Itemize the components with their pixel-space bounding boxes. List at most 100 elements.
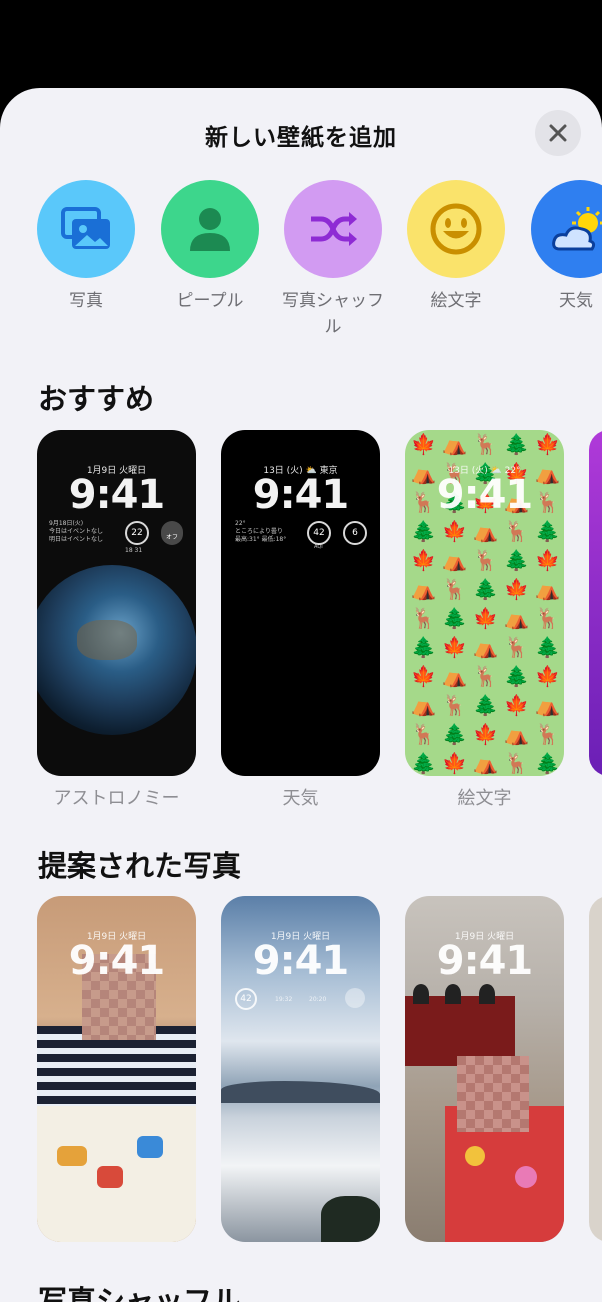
pattern-emoji: 🍁 xyxy=(411,548,436,572)
pattern-emoji: ⛺ xyxy=(535,693,560,717)
ring-widget: 22 xyxy=(125,521,149,545)
lock-time: 9:41 xyxy=(252,472,350,518)
time-label: 20:20 xyxy=(309,996,327,1003)
section-title-recommended: おすすめ xyxy=(38,382,155,416)
pattern-emoji: 🌲 xyxy=(411,751,436,775)
photo-card-partial[interactable] xyxy=(589,896,602,1242)
pattern-emoji: 🍁 xyxy=(535,548,560,572)
pattern-emoji: 🌲 xyxy=(411,519,436,543)
pattern-emoji: 🌲 xyxy=(504,432,529,456)
smiley-icon xyxy=(430,203,482,255)
pattern-emoji: ⛺ xyxy=(473,519,498,543)
wallpaper-card-weather[interactable]: 13日 (火) ⛅ 東京 9:41 22° ところにより曇り 最高:31° 最低… xyxy=(221,430,380,776)
wallpaper-card-partial[interactable] xyxy=(589,430,602,776)
toggle-widget: オフ xyxy=(161,521,183,545)
category-emoji[interactable]: 絵文字 xyxy=(401,180,511,314)
tree-silhouette xyxy=(321,1196,380,1242)
category-label: ピープル xyxy=(176,291,244,311)
pattern-emoji: ⛺ xyxy=(442,432,467,456)
pattern-emoji: 🍁 xyxy=(535,664,560,688)
pattern-emoji: ⛺ xyxy=(473,751,498,775)
pixelated-face xyxy=(457,1056,529,1132)
category-label: 写真 xyxy=(69,291,103,311)
pattern-emoji: 🌲 xyxy=(535,635,560,659)
close-icon xyxy=(549,124,567,142)
aqi-label: AQI xyxy=(314,544,323,550)
weather-temp: 22° xyxy=(235,520,246,527)
category-weather[interactable]: 天気 xyxy=(525,180,602,314)
pattern-emoji: ⛺ xyxy=(411,693,436,717)
lock-time: 9:41 xyxy=(68,938,166,984)
uv-widget: 6 xyxy=(343,521,367,545)
event-line: 今日はイベントなし xyxy=(49,528,104,535)
lock-time: 9:41 xyxy=(436,938,534,984)
pattern-emoji: 🌲 xyxy=(411,635,436,659)
card-label: 天気 xyxy=(282,788,319,809)
lock-time: 9:41 xyxy=(252,938,350,984)
wallpaper-card-astronomy[interactable]: 1月9日 火曜日 9:41 9月18日(火) 今日はイベントなし 明日はイベント… xyxy=(37,430,196,776)
wallpaper-sheet: 新しい壁紙を追加 写真 ピープル 写真シャッフル 絵文字 天気 おすすめ 1月9… xyxy=(0,88,602,1302)
pattern-emoji: 🍁 xyxy=(411,432,436,456)
pattern-emoji: 🦌 xyxy=(411,722,436,746)
person-icon xyxy=(190,208,230,251)
pattern-emoji: 🌲 xyxy=(504,664,529,688)
category-photos[interactable]: 写真 xyxy=(31,180,141,314)
ring-widget: 42 xyxy=(235,988,257,1010)
pattern-emoji: ⛺ xyxy=(535,577,560,601)
pattern-emoji: 🌲 xyxy=(442,722,467,746)
shortcut-widget xyxy=(345,988,365,1008)
category-photo-shuffle[interactable]: 写真シャッフル xyxy=(278,180,388,340)
pattern-emoji: 🍁 xyxy=(535,432,560,456)
pattern-emoji: 🌲 xyxy=(535,519,560,543)
ring-sub: 18 31 xyxy=(125,547,143,554)
pattern-emoji: 🌲 xyxy=(442,606,467,630)
aqi-widget: 42 xyxy=(307,521,331,545)
pattern-emoji: 🦌 xyxy=(411,606,436,630)
pattern-emoji: 🍁 xyxy=(473,606,498,630)
pattern-emoji: 🦌 xyxy=(535,606,560,630)
pattern-emoji: 🍁 xyxy=(473,722,498,746)
card-label: アストロノミー xyxy=(53,788,180,809)
pattern-emoji: 🌲 xyxy=(473,693,498,717)
sheet-title: 新しい壁紙を追加 xyxy=(205,125,397,151)
pattern-emoji: ⛺ xyxy=(442,664,467,688)
photo-card-clouds[interactable]: 1月9日 火曜日 9:41 42 19:32 20:20 xyxy=(221,896,380,1242)
pattern-emoji: 🍁 xyxy=(442,751,467,775)
photo-card-hina[interactable]: 1月9日 火曜日 9:41 xyxy=(405,896,564,1242)
pattern-emoji: 🦌 xyxy=(473,432,498,456)
pattern-emoji: 🦌 xyxy=(535,722,560,746)
section-title-photo-shuffle: 写真シャッフル xyxy=(38,1284,242,1302)
weather-icon xyxy=(552,207,602,251)
mountains xyxy=(221,1081,380,1103)
pattern-emoji: 🌲 xyxy=(473,577,498,601)
time-label: 19:32 xyxy=(275,996,293,1003)
photos-icon xyxy=(61,207,110,249)
card-label: 絵文字 xyxy=(457,788,512,809)
pattern-emoji: 🦌 xyxy=(504,635,529,659)
pattern-emoji: 🦌 xyxy=(473,548,498,572)
category-label: 写真シャッフル xyxy=(282,291,384,337)
pattern-emoji: 🦌 xyxy=(442,693,467,717)
weather-line: 最高:31° 最低:18° xyxy=(235,536,287,543)
pattern-emoji: 🍁 xyxy=(442,519,467,543)
pattern-emoji: ⛺ xyxy=(411,577,436,601)
pattern-emoji: 🍁 xyxy=(504,577,529,601)
pattern-emoji: ⛺ xyxy=(504,722,529,746)
event-date: 9月18日(火) xyxy=(49,520,84,527)
category-label: 天気 xyxy=(559,291,593,311)
category-people[interactable]: ピープル xyxy=(155,180,265,314)
lock-time: 9:41 xyxy=(436,472,534,518)
lock-time: 9:41 xyxy=(68,472,166,518)
wallpaper-card-emoji[interactable]: 🍁 ⛺ 🦌 🌲 🍁 ⛺ 🦌 🌲 🍁 ⛺ 🦌 🌲 🍁 ⛺ 🦌 🌲 🍁 ⛺ 🦌 🌲 🍁 ⛺ 🦌 🌲 🍁 ⛺ 🦌 🌲 🍁 ⛺ 🦌 🌲 🍁 ⛺ 🦌 🌲 🍁 ⛺ 🦌 🌲… xyxy=(405,430,564,776)
close-button[interactable] xyxy=(535,110,581,156)
pattern-emoji: 🌲 xyxy=(504,548,529,572)
pattern-emoji: 🦌 xyxy=(473,664,498,688)
weather-line: ところにより曇り xyxy=(235,528,283,535)
pattern-emoji: 🍁 xyxy=(504,693,529,717)
photo-card-child[interactable]: 1月9日 火曜日 9:41 xyxy=(37,896,196,1242)
shuffle-icon xyxy=(311,212,357,246)
pattern-emoji: 🦌 xyxy=(442,577,467,601)
pattern-emoji: ⛺ xyxy=(442,548,467,572)
pattern-emoji: 🦌 xyxy=(504,751,529,775)
section-title-suggested: 提案された写真 xyxy=(38,849,242,883)
